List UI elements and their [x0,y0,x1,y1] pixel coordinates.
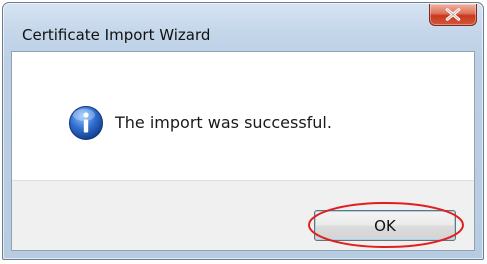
message-text: The import was successful. [115,113,332,132]
window-title: Certificate Import Wizard [22,26,211,44]
dialog-window: Certificate Import Wizard The import was… [2,2,484,260]
message-panel: The import was successful. [12,52,474,181]
dialog-body: The import was successful. OK [11,51,475,251]
ok-button[interactable]: OK [314,210,456,241]
info-icon [69,106,103,140]
close-icon [445,8,461,21]
close-button[interactable] [429,4,477,26]
title-bar[interactable]: Certificate Import Wizard [3,3,483,44]
ok-button-label: OK [374,217,396,235]
